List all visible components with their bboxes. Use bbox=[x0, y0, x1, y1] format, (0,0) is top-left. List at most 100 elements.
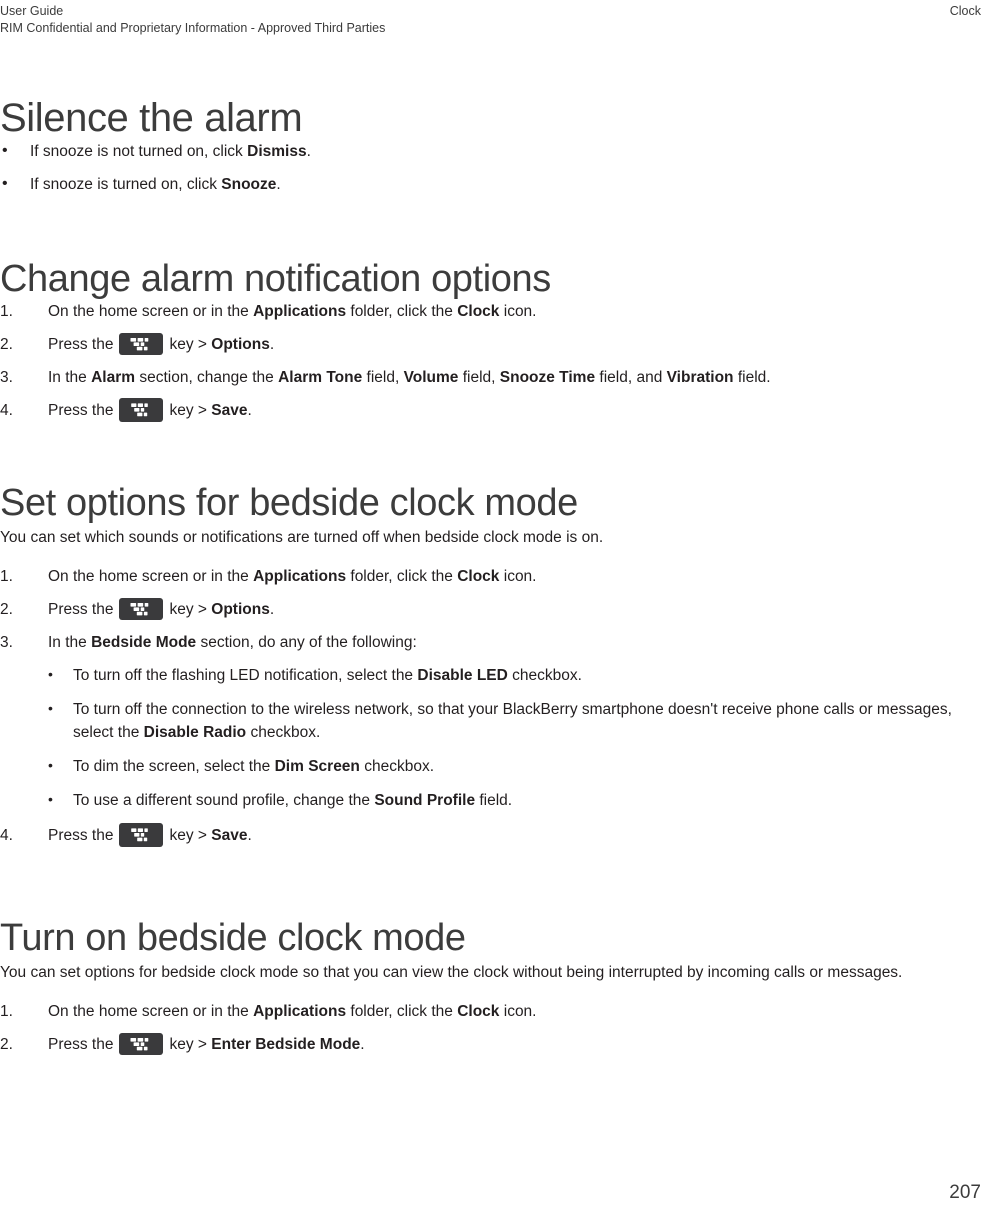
blackberry-menu-key-icon bbox=[119, 823, 164, 847]
list-item: On the home screen or in the Application… bbox=[0, 1001, 981, 1023]
step-text: folder, click the bbox=[346, 303, 458, 320]
list-item: To use a different sound profile, change… bbox=[48, 788, 981, 812]
page-header: User Guide Clock RIM Confidential and Pr… bbox=[0, 0, 981, 37]
header-document-title: User Guide bbox=[0, 4, 64, 18]
step-text: key > bbox=[169, 402, 212, 419]
list-silence-alarm: If snooze is not turned on, click Dismis… bbox=[0, 140, 981, 196]
list-item: If snooze is turned on, click Snooze. bbox=[0, 173, 981, 196]
bullet-text-bold: Snooze bbox=[221, 176, 277, 193]
step-bold: Clock bbox=[457, 1003, 500, 1020]
bullet-text-pre: To turn off the flashing LED notificatio… bbox=[73, 667, 418, 684]
list-item: Press the key > Save. bbox=[0, 398, 981, 424]
step-text: key > bbox=[169, 1036, 212, 1053]
step-bold: Bedside Mode bbox=[91, 634, 197, 651]
step-bold: Clock bbox=[457, 303, 500, 320]
heading-change-alarm-notification-options: Change alarm notification options bbox=[0, 258, 551, 300]
step-bold: Applications bbox=[253, 568, 347, 585]
step-bold: Alarm bbox=[91, 369, 136, 386]
step-bold: Enter Bedside Mode bbox=[211, 1036, 361, 1053]
list-item: To dim the screen, select the Dim Screen… bbox=[48, 754, 981, 778]
step-text: In the bbox=[48, 369, 92, 386]
step-text: Press the bbox=[48, 827, 114, 844]
bullet-text-post: . bbox=[276, 176, 281, 193]
step-text: . bbox=[269, 601, 275, 618]
step-text: icon. bbox=[499, 303, 537, 320]
step-text: . bbox=[247, 827, 252, 844]
list-item: On the home screen or in the Application… bbox=[0, 301, 981, 323]
list-item: To turn off the flashing LED notificatio… bbox=[48, 663, 981, 687]
step-text: field, bbox=[362, 369, 404, 386]
bullet-text-pre: If snooze is not turned on, click bbox=[30, 143, 248, 160]
step-text: . bbox=[360, 1036, 365, 1053]
bullet-text-post: . bbox=[306, 143, 311, 160]
step-bold: Options bbox=[211, 601, 270, 618]
step-text: Press the bbox=[48, 336, 114, 353]
list-turn-on-bedside-steps: On the home screen or in the Application… bbox=[0, 1001, 981, 1058]
step-bold: Snooze Time bbox=[499, 369, 596, 386]
step-text: folder, click the bbox=[346, 1003, 458, 1020]
bullet-text-bold: Dim Screen bbox=[274, 758, 360, 775]
step-text: field, bbox=[458, 369, 500, 386]
step-text: icon. bbox=[499, 568, 537, 585]
step-text: On the home screen or in the bbox=[48, 568, 254, 585]
step-text: section, do any of the following: bbox=[196, 634, 417, 651]
header-confidentiality-notice: RIM Confidential and Proprietary Informa… bbox=[0, 21, 386, 35]
step-text: key > bbox=[169, 601, 212, 618]
page-footer: 207 bbox=[0, 1181, 981, 1205]
step-text: folder, click the bbox=[346, 568, 458, 585]
step-bold: Vibration bbox=[666, 369, 734, 386]
step-bold: Save bbox=[211, 402, 248, 419]
step-text: In the bbox=[48, 634, 92, 651]
bullet-text-pre: If snooze is turned on, click bbox=[30, 176, 222, 193]
bullet-text-bold: Sound Profile bbox=[374, 792, 476, 809]
step-bold: Applications bbox=[253, 303, 347, 320]
step-bold: Volume bbox=[403, 369, 459, 386]
step-bold: Save bbox=[211, 827, 248, 844]
list-item: If snooze is not turned on, click Dismis… bbox=[0, 140, 981, 163]
step-text: On the home screen or in the bbox=[48, 1003, 254, 1020]
list-item: Press the key > Options. bbox=[0, 332, 981, 358]
list-bedside-mode-options: To turn off the flashing LED notificatio… bbox=[48, 663, 981, 812]
step-text: Press the bbox=[48, 601, 114, 618]
step-text: Press the bbox=[48, 1036, 114, 1053]
step-text: icon. bbox=[499, 1003, 537, 1020]
bullet-text-post: checkbox. bbox=[507, 667, 582, 684]
bullet-text-bold: Disable LED bbox=[417, 667, 508, 684]
paragraph-turn-on-bedside-intro: You can set options for bedside clock mo… bbox=[0, 964, 903, 981]
heading-turn-on-bedside-clock-mode: Turn on bedside clock mode bbox=[0, 917, 466, 959]
blackberry-menu-key-icon bbox=[119, 1033, 164, 1055]
step-text: key > bbox=[169, 336, 212, 353]
step-text: section, change the bbox=[135, 369, 279, 386]
step-text: Press the bbox=[48, 402, 114, 419]
list-item: In the Bedside Mode section, do any of t… bbox=[0, 632, 981, 812]
list-item: To turn off the connection to the wirele… bbox=[48, 697, 981, 744]
bullet-text-pre: To dim the screen, select the bbox=[73, 758, 275, 775]
list-item: Press the key > Options. bbox=[0, 597, 981, 623]
heading-set-options-for-bedside-clock-mode: Set options for bedside clock mode bbox=[0, 482, 578, 524]
bullet-text-pre: To use a different sound profile, change… bbox=[73, 792, 375, 809]
step-text: . bbox=[247, 402, 252, 419]
bullet-text-post: checkbox. bbox=[246, 724, 321, 741]
page-number: 207 bbox=[949, 1182, 981, 1203]
step-text: . bbox=[269, 336, 275, 353]
heading-silence-the-alarm: Silence the alarm bbox=[0, 96, 303, 140]
bullet-text-bold: Dismiss bbox=[247, 143, 307, 160]
list-item: Press the key > Enter Bedside Mode. bbox=[0, 1032, 981, 1058]
blackberry-menu-key-icon bbox=[119, 598, 164, 620]
blackberry-menu-key-icon bbox=[119, 333, 164, 355]
bullet-text-post: checkbox. bbox=[359, 758, 435, 775]
list-item: Press the key > Save. bbox=[0, 823, 981, 849]
list-set-bedside-steps: On the home screen or in the Application… bbox=[0, 566, 981, 849]
step-bold: Clock bbox=[457, 568, 500, 585]
header-row: User Guide Clock bbox=[0, 3, 981, 20]
step-bold: Options bbox=[211, 336, 270, 353]
header-chapter-title: Clock bbox=[949, 4, 981, 18]
document-content: Silence the alarm If snooze is not turne… bbox=[0, 95, 981, 1067]
list-change-alarm-steps: On the home screen or in the Application… bbox=[0, 301, 981, 424]
step-bold: Alarm Tone bbox=[278, 369, 363, 386]
list-item: In the Alarm section, change the Alarm T… bbox=[0, 367, 981, 389]
step-text: field. bbox=[733, 369, 771, 386]
